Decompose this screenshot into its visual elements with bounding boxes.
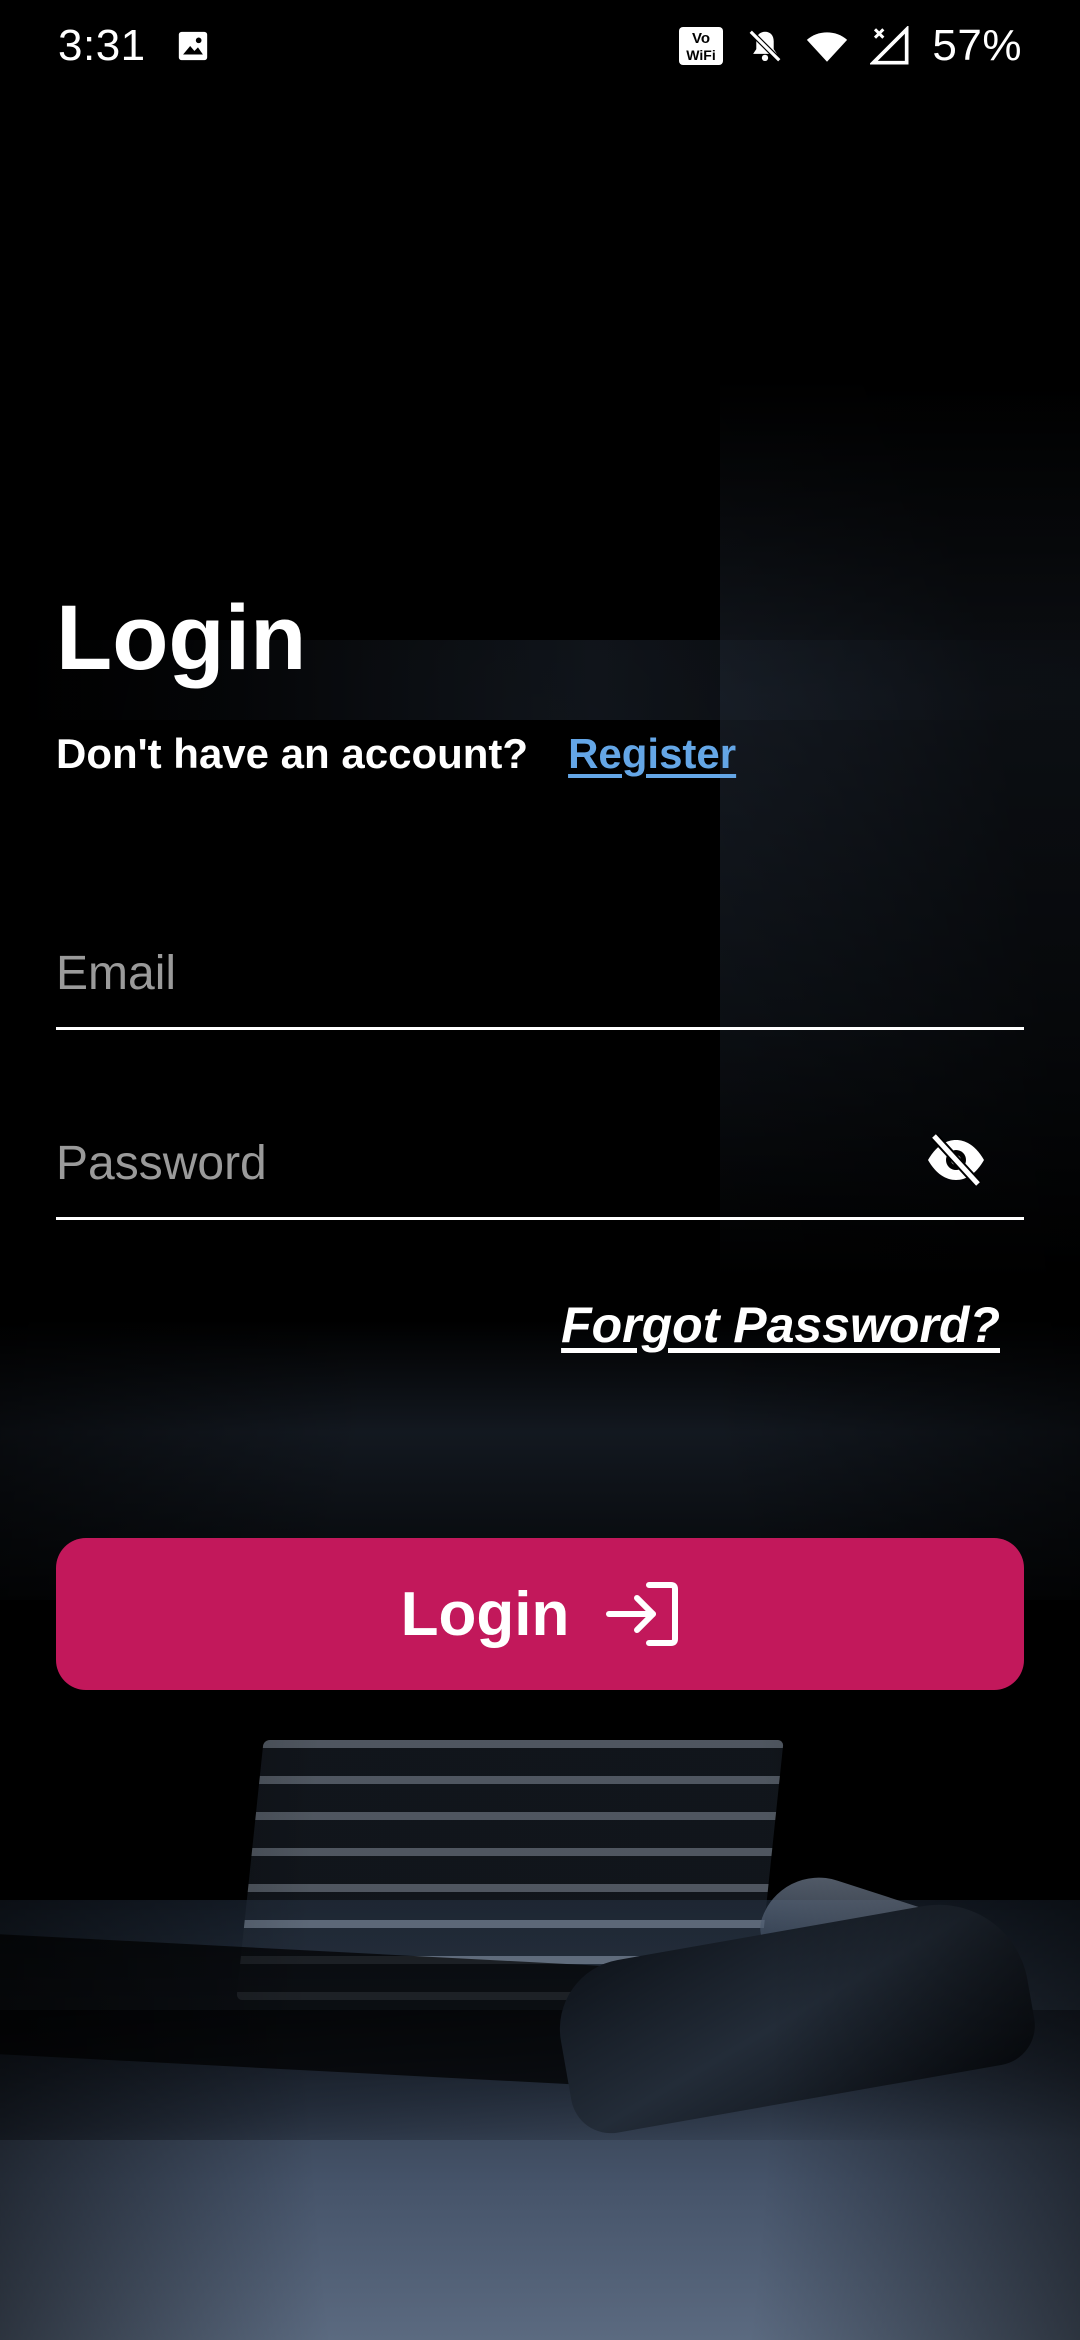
mute-bell-icon [746,26,784,66]
image-icon [176,29,210,63]
password-field[interactable] [56,1110,1024,1217]
eye-off-icon[interactable] [924,1128,988,1192]
email-field-container [56,920,1024,1030]
status-time: 3:31 [58,21,146,70]
svg-text:Vo: Vo [692,30,710,47]
login-button-label: Login [400,1579,570,1649]
no-account-text: Don't have an account? [56,730,529,777]
status-bar: 3:31 Vo WiFi 57% [0,0,1080,92]
battery-percentage: 57% [932,21,1022,70]
register-prompt: Don't have an account? Register [56,730,736,778]
wifi-icon [806,28,848,64]
login-arrow-icon [603,1581,679,1647]
vowifi-icon: Vo WiFi [678,26,724,66]
register-link[interactable]: Register [568,730,736,778]
page-title: Login [56,587,307,689]
password-field-container [56,1110,1024,1220]
email-field[interactable] [56,920,1024,1027]
forgot-password-link[interactable]: Forgot Password? [561,1296,1000,1354]
login-screen: 3:31 Vo WiFi 57% Login Don't have an acc… [0,0,1080,2340]
svg-text:WiFi: WiFi [687,47,716,63]
signal-icon [870,26,910,66]
login-button[interactable]: Login [56,1538,1024,1690]
